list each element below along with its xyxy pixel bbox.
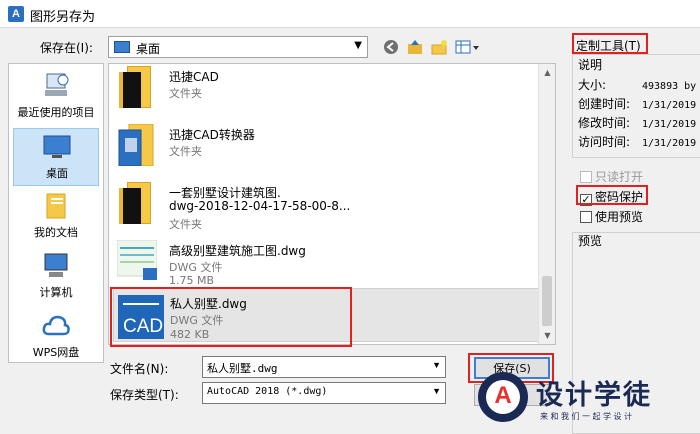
- new-folder-icon: [431, 40, 447, 55]
- preview-label: 预览: [578, 234, 603, 248]
- chevron-down-icon: ▼: [432, 360, 441, 370]
- filename-label: 文件名(N):: [110, 362, 169, 376]
- scroll-up-arrow-icon[interactable]: ▲: [539, 64, 556, 81]
- filetype-label: 保存类型(T):: [110, 388, 179, 402]
- watermark-text: 设计学徒: [536, 380, 652, 411]
- places-bar: 最近使用的项目 桌面 我的文档 计算机 WPS网盘: [8, 63, 104, 363]
- file-list-scrollbar[interactable]: ▲ ▼: [538, 64, 555, 344]
- desktop-mini-icon: [114, 41, 130, 53]
- folder-icon: [117, 66, 157, 108]
- recent-items-icon: [45, 73, 69, 96]
- watermark-logo: A: [478, 372, 528, 422]
- computer-icon: [44, 253, 68, 277]
- highlight-selected-file: [110, 287, 352, 347]
- view-menu-button[interactable]: [454, 38, 480, 56]
- list-item[interactable]: 高级别墅建筑施工图.dwg DWG 文件 1.75 MB: [113, 236, 543, 287]
- back-arrow-icon: [384, 40, 398, 54]
- place-recent[interactable]: 最近使用的项目: [13, 68, 99, 126]
- info-accessed-row: 访问时间: 1/31/2019: [578, 135, 697, 149]
- save-in-value: 桌面: [136, 42, 161, 56]
- highlight-custom-tools: [572, 33, 648, 54]
- folder-icon: [117, 182, 157, 224]
- readonly-open-checkbox[interactable]: 只读打开: [580, 168, 643, 185]
- list-item[interactable]: 迅捷CAD转换器 文件夹: [113, 120, 543, 170]
- info-size-row: 大小: 493893 by: [578, 78, 697, 92]
- chevron-down-icon: ▼: [354, 40, 362, 51]
- dwg-thumbnail-icon: [116, 239, 158, 282]
- use-preview-checkbox[interactable]: 使用预览: [580, 208, 643, 225]
- list-item[interactable]: 迅捷CAD 文件夹: [113, 64, 543, 112]
- scroll-down-arrow-icon[interactable]: ▼: [539, 327, 556, 344]
- desktop-icon: [43, 135, 71, 158]
- place-desktop[interactable]: 桌面: [13, 128, 99, 186]
- filename-input[interactable]: 私人别墅.dwg ▼: [202, 356, 446, 378]
- highlight-password-protect: [576, 185, 648, 205]
- filetype-select[interactable]: AutoCAD 2018 (*.dwg) ▼: [202, 382, 446, 404]
- info-modified-row: 修改时间: 1/31/2019: [578, 116, 697, 130]
- up-folder-button[interactable]: [406, 38, 424, 56]
- save-in-dropdown[interactable]: 桌面 ▼: [108, 36, 368, 58]
- place-computer[interactable]: 计算机: [13, 248, 99, 306]
- window-title: 图形另存为: [30, 10, 96, 25]
- up-folder-icon: [408, 40, 422, 54]
- watermark-subtext: 来和我们一起学设计: [540, 412, 635, 421]
- title-bar: A 图形另存为: [0, 0, 700, 28]
- new-folder-button[interactable]: [430, 38, 448, 56]
- info-title: 说明: [578, 58, 603, 72]
- view-grid-icon: [455, 40, 479, 54]
- place-documents[interactable]: 我的文档: [13, 188, 99, 246]
- info-created-row: 创建时间: 1/31/2019: [578, 97, 697, 111]
- cloud-icon: [42, 315, 70, 336]
- documents-icon: [46, 193, 66, 219]
- app-icon: A: [8, 6, 24, 22]
- back-button[interactable]: [382, 38, 400, 56]
- scroll-thumb[interactable]: [542, 276, 552, 326]
- save-in-label: 保存在(I):: [40, 41, 93, 55]
- chevron-down-icon: ▼: [432, 386, 441, 396]
- place-wps-cloud[interactable]: WPS网盘: [13, 308, 99, 366]
- list-item[interactable]: 一套别墅设计建筑图. dwg-2018-12-04-17-58-00-8... …: [113, 178, 543, 231]
- folder-icon: [117, 123, 157, 167]
